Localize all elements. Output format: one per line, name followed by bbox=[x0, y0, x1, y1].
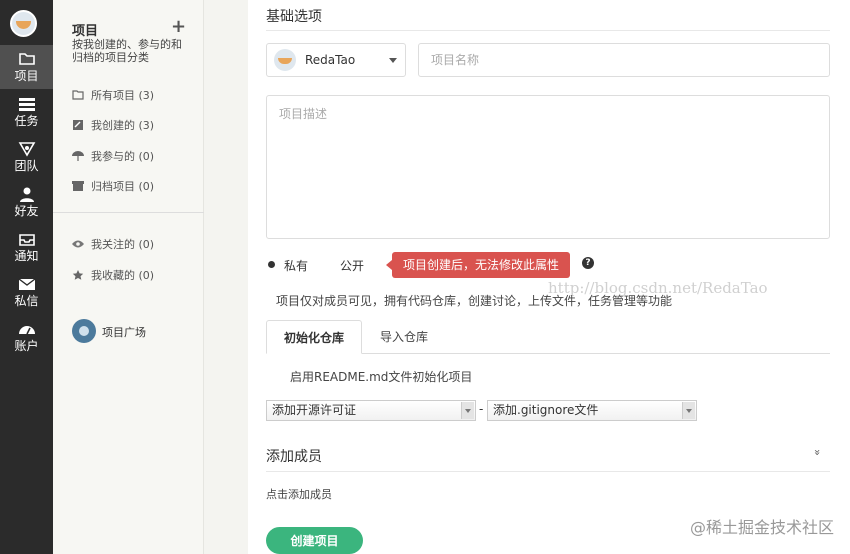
select-separator: - bbox=[479, 402, 484, 416]
sidebar-item-label: 所有项目 (3) bbox=[91, 89, 155, 102]
sidebar-item-label: 归档项目 (0) bbox=[91, 180, 155, 193]
sidebar-divider bbox=[53, 212, 204, 213]
project-description-input[interactable] bbox=[266, 95, 830, 239]
visibility-tooltip: 项目创建后，无法修改此属性 bbox=[385, 252, 571, 278]
help-icon[interactable]: ? bbox=[582, 257, 594, 269]
sidebar-title: 项目 bbox=[72, 24, 99, 39]
sidebar-item-label: 我收藏的 (0) bbox=[91, 269, 155, 282]
nav-item-messages[interactable]: 私信 bbox=[0, 270, 53, 314]
section-title: 基础选项 bbox=[266, 9, 322, 25]
archive-icon bbox=[72, 181, 84, 191]
visibility-hint: 项目仅对成员可见，拥有代码仓库，创建讨论，上传文件，任务管理等功能 bbox=[276, 294, 673, 308]
sidebar-item-starred[interactable]: 我收藏的 (0) bbox=[72, 267, 154, 283]
sidebar-item-label: 我创建的 (3) bbox=[91, 119, 155, 132]
sidebar-item-created[interactable]: 我创建的 (3) bbox=[72, 117, 154, 133]
folder-icon bbox=[18, 53, 35, 65]
nav-item-team[interactable]: 团队 bbox=[0, 135, 53, 179]
team-icon bbox=[18, 142, 35, 157]
folder-open-icon bbox=[72, 90, 84, 100]
add-project-button[interactable]: + bbox=[171, 18, 186, 36]
juejin-watermark: @稀土掘金技术社区 bbox=[689, 518, 834, 537]
mail-icon bbox=[18, 278, 35, 290]
owner-name: RedaTao bbox=[305, 53, 356, 67]
private-radio[interactable] bbox=[268, 261, 275, 268]
add-members-link[interactable]: 点击添加成员 bbox=[266, 486, 332, 502]
nav-label: 任务 bbox=[14, 114, 39, 128]
project-square-icon[interactable] bbox=[72, 319, 96, 343]
sidebar-item-archived[interactable]: 归档项目 (0) bbox=[72, 178, 154, 194]
tab-init-repo[interactable]: 初始化仓库 bbox=[266, 320, 362, 354]
app-logo-icon[interactable] bbox=[10, 10, 37, 37]
nav-item-tasks[interactable]: 任务 bbox=[0, 90, 53, 134]
umbrella-icon bbox=[72, 151, 84, 161]
nav-label: 团队 bbox=[14, 159, 39, 173]
nav-label: 项目 bbox=[14, 69, 39, 83]
project-sidebar: 项目 + 按我创建的、参与的和归档的项目分类 所有项目 (3) 我创建的 (3)… bbox=[53, 0, 204, 554]
sidebar-item-following[interactable]: 我关注的 (0) bbox=[72, 236, 154, 252]
sidebar-item-all-projects[interactable]: 所有项目 (3) bbox=[72, 87, 154, 103]
eye-icon bbox=[72, 240, 84, 248]
nav-item-projects[interactable]: 项目 bbox=[0, 45, 53, 89]
tasks-icon bbox=[18, 98, 35, 111]
sidebar-item-label: 我参与的 (0) bbox=[91, 150, 155, 163]
members-divider bbox=[266, 471, 830, 472]
tab-import-repo[interactable]: 导入仓库 bbox=[362, 320, 446, 354]
members-title: 添加成员 bbox=[266, 449, 322, 465]
private-label[interactable]: 私有 bbox=[284, 257, 308, 274]
collapse-icon[interactable]: » bbox=[811, 449, 824, 456]
star-icon bbox=[72, 270, 84, 280]
nav-item-friends[interactable]: 好友 bbox=[0, 180, 53, 224]
edit-icon bbox=[73, 120, 83, 130]
chevron-down-icon bbox=[389, 58, 397, 63]
project-name-input[interactable] bbox=[418, 43, 830, 77]
section-divider bbox=[266, 30, 830, 31]
nav-label: 通知 bbox=[14, 249, 39, 263]
project-square-link[interactable]: 项目广场 bbox=[102, 324, 146, 340]
main-nav: 项目 任务 团队 好友 通知 私信 账户 bbox=[0, 0, 53, 554]
nav-label: 好友 bbox=[14, 204, 39, 218]
sidebar-item-label: 我关注的 (0) bbox=[91, 238, 155, 251]
nav-item-account[interactable]: 账户 bbox=[0, 315, 53, 359]
sidebar-description: 按我创建的、参与的和归档的项目分类 bbox=[72, 38, 182, 64]
readme-option[interactable]: 启用README.md文件初始化项目 bbox=[290, 368, 472, 385]
sidebar-item-joined[interactable]: 我参与的 (0) bbox=[72, 148, 154, 164]
nav-item-notifications[interactable]: 通知 bbox=[0, 225, 53, 269]
create-project-form: 基础选项 RedaTao 私有 公开 项目创建后，无法修改此属性 ? http:… bbox=[248, 0, 850, 554]
owner-select[interactable]: RedaTao bbox=[266, 43, 406, 77]
inbox-icon bbox=[18, 234, 35, 246]
public-label[interactable]: 公开 bbox=[340, 257, 364, 274]
chevron-down-icon bbox=[682, 402, 695, 419]
chevron-down-icon bbox=[461, 402, 474, 419]
gitignore-select[interactable]: 添加.gitignore文件 bbox=[487, 400, 697, 421]
dashboard-icon bbox=[18, 326, 35, 335]
nav-label: 私信 bbox=[14, 294, 39, 308]
create-project-button[interactable]: 创建项目 bbox=[266, 527, 363, 554]
nav-label: 账户 bbox=[14, 339, 39, 353]
gitignore-select-value: 添加.gitignore文件 bbox=[493, 403, 599, 417]
license-select-value: 添加开源许可证 bbox=[272, 403, 357, 417]
owner-avatar bbox=[274, 49, 296, 71]
license-select[interactable]: 添加开源许可证 bbox=[266, 400, 476, 421]
user-icon bbox=[19, 187, 34, 202]
